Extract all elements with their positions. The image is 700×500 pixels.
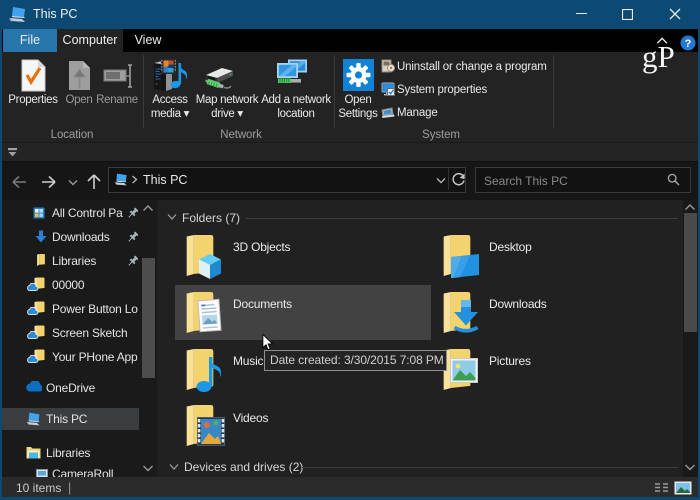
svg-text:?: ?: [685, 38, 692, 50]
